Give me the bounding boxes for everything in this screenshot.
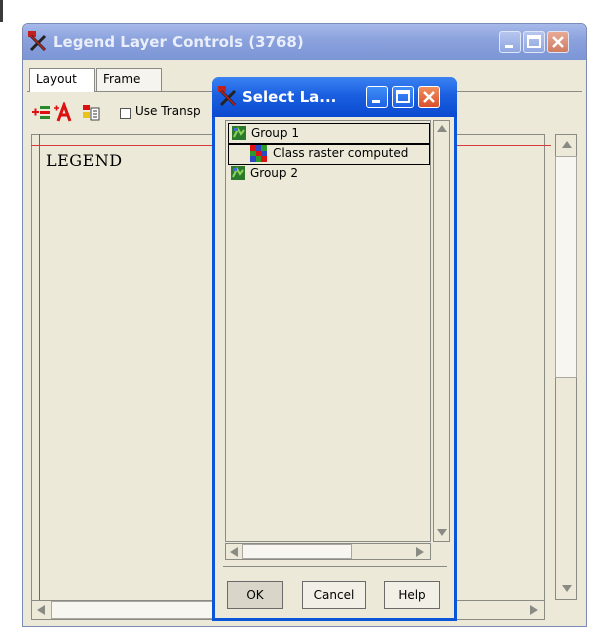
- tab-layout-label: Layout: [36, 72, 77, 86]
- ok-button[interactable]: OK: [227, 581, 283, 609]
- tree-item-label: Group 1: [251, 126, 299, 140]
- tree-item-group-1[interactable]: Group 1: [228, 123, 430, 145]
- cancel-button[interactable]: Cancel: [302, 581, 366, 609]
- group-layer-icon: [232, 126, 246, 140]
- window-title: Legend Layer Controls (3768): [53, 33, 304, 51]
- legend-title[interactable]: LEGEND: [46, 151, 123, 170]
- dialog-app-icon: [218, 86, 237, 107]
- dialog-minimize-button[interactable]: [366, 86, 388, 108]
- tab-frame-label: Frame: [103, 72, 141, 86]
- left-margin-guide: [39, 134, 40, 618]
- class-raster-icon: [250, 145, 267, 162]
- maximize-icon: [396, 90, 410, 103]
- button-separator: [223, 566, 447, 567]
- select-layer-dialog: Select La... Group 1 Class raster comput…: [212, 77, 457, 621]
- app-icon: [28, 31, 47, 52]
- legend-properties-icon[interactable]: [81, 102, 101, 122]
- scroll-down-icon[interactable]: [437, 529, 447, 536]
- tab-layout[interactable]: Layout: [29, 68, 95, 92]
- scroll-right-icon[interactable]: [416, 547, 424, 557]
- layer-tree[interactable]: Group 1 Class raster computed Group 2: [225, 120, 431, 542]
- maximize-button[interactable]: [523, 31, 545, 53]
- maximize-icon: [527, 35, 541, 48]
- tree-item-label: Class raster computed: [273, 146, 409, 160]
- dialog-vertical-scrollbar[interactable]: [433, 120, 450, 542]
- dialog-close-button[interactable]: [418, 86, 440, 108]
- scroll-up-icon[interactable]: [437, 125, 447, 132]
- title-bar[interactable]: Legend Layer Controls (3768): [23, 24, 586, 60]
- dialog-horizontal-scroll-thumb[interactable]: [242, 544, 352, 559]
- tree-item-label: Group 2: [250, 166, 298, 180]
- tree-item-group-2[interactable]: Group 2: [228, 164, 428, 184]
- scroll-left-icon[interactable]: [230, 547, 238, 557]
- scroll-left-icon[interactable]: [37, 605, 45, 615]
- minimize-button[interactable]: [499, 31, 521, 53]
- group-layer-icon: [231, 166, 245, 180]
- help-button[interactable]: Help: [384, 581, 440, 609]
- use-transparency-checkbox[interactable]: [120, 108, 131, 119]
- scroll-down-icon[interactable]: [562, 585, 572, 592]
- close-icon: [423, 91, 435, 103]
- scroll-right-icon[interactable]: [530, 605, 538, 615]
- tab-frame[interactable]: Frame: [96, 68, 162, 92]
- use-transparency-label: Use Transp: [135, 104, 201, 118]
- dialog-title-bar[interactable]: Select La...: [212, 77, 457, 117]
- close-icon: [552, 36, 564, 48]
- close-button[interactable]: [547, 31, 569, 53]
- minimize-icon: [372, 100, 380, 103]
- minimize-icon: [505, 45, 513, 48]
- background-window-edge: [0, 0, 3, 22]
- canvas-vertical-scroll-thumb[interactable]: [555, 156, 577, 378]
- add-layer-icon[interactable]: [31, 102, 51, 122]
- add-text-icon[interactable]: [53, 102, 73, 122]
- dialog-maximize-button[interactable]: [392, 86, 414, 108]
- tree-item-class-raster-computed[interactable]: Class raster computed: [228, 143, 430, 165]
- scroll-up-icon[interactable]: [562, 141, 572, 148]
- dialog-title: Select La...: [242, 88, 337, 106]
